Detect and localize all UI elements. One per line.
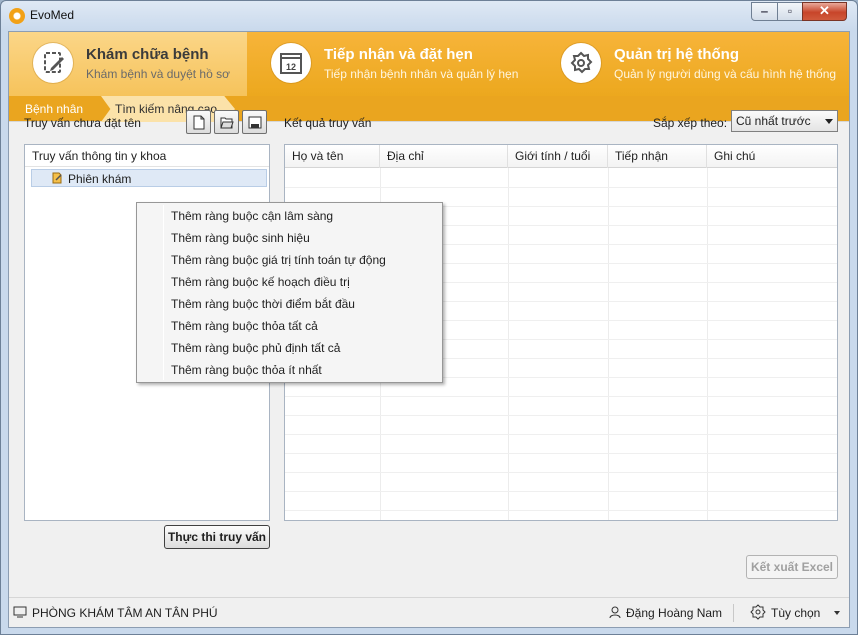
tab-title: Khám chữa bệnh [86,46,209,63]
maximize-icon: ▫ [787,4,793,18]
grid-row-line [285,510,837,511]
title-bar: EvoMed ‒ ▫ ✕ [1,1,857,31]
grid-row-line [285,415,837,416]
context-menu: Thêm ràng buộc cận lâm sàng Thêm ràng bu… [136,202,443,383]
tree-header: Truy vấn thông tin y khoa [25,145,269,167]
close-icon: ✕ [819,3,830,18]
grid-row-line [285,434,837,435]
minimize-button[interactable]: ‒ [751,2,778,21]
new-query-button[interactable] [186,110,211,134]
menu-item-sinh-hieu[interactable]: Thêm ràng buộc sinh hiệu [171,228,310,248]
column-header-tiep-nhan[interactable]: Tiếp nhận [608,145,707,168]
grid-column-line [508,168,509,520]
menu-item-thoi-diem-bat-dau[interactable]: Thêm ràng buộc thời điểm bắt đầu [171,294,355,314]
save-icon [248,116,262,129]
clinic-name: PHÒNG KHÁM TÂM AN TÂN PHÚ [32,606,218,620]
calendar-icon: 12 [271,43,311,83]
tab-tiep-nhan[interactable]: 12 Tiếp nhận và đặt hẹn Tiếp nhận bệnh n… [247,32,537,96]
tab-quan-tri[interactable]: Quản trị hệ thống Quản lý người dùng và … [537,32,849,96]
sort-select[interactable]: Cũ nhất trước [731,110,838,132]
sort-value: Cũ nhất trước [736,114,811,128]
minimize-icon: ‒ [761,4,768,18]
close-button[interactable]: ✕ [802,2,847,21]
tab-subtitle: Khám bệnh và duyệt hồ sơ [86,67,230,81]
menu-gutter [163,205,164,380]
chevron-down-icon [834,611,840,615]
status-divider [733,604,734,622]
user-icon [609,606,621,619]
run-query-button[interactable]: Thực thi truy vấn [164,525,270,549]
tree-node-phien-kham[interactable]: Phiên khám [31,169,267,187]
maximize-button[interactable]: ▫ [777,2,803,21]
menu-item-phu-dinh-tat-ca[interactable]: Thêm ràng buộc phủ định tất cả [171,338,340,358]
save-query-button[interactable] [242,110,267,134]
tab-title: Tiếp nhận và đặt hẹn [324,46,473,63]
app-logo-icon [9,8,25,24]
edit-doc-icon [33,43,73,83]
column-header-dia-chi[interactable]: Địa chỉ [380,145,508,168]
new-file-icon [193,115,205,130]
tab-subtitle: Quản lý người dùng và cấu hình hệ thống [614,67,837,81]
node-icon [52,172,62,184]
current-user[interactable]: Đặng Hoàng Nam [626,606,722,620]
column-header-gioi-tinh[interactable]: Giới tính / tuổi [508,145,608,168]
grid-row-line [285,472,837,473]
menu-item-can-lam-sang[interactable]: Thêm ràng buộc cận lâm sàng [171,206,333,226]
gear-icon [561,43,601,83]
grid-row-line [285,187,837,188]
tab-title: Quản trị hệ thống [614,46,739,63]
menu-item-thoa-tat-ca[interactable]: Thêm ràng buộc thỏa tất cả [171,316,318,336]
sort-label: Sắp xếp theo: [653,116,728,130]
chevron-down-icon [825,119,833,124]
grid-column-line [608,168,609,520]
open-query-button[interactable] [214,110,239,134]
tab-kham-chua-benh[interactable]: Khám chữa bệnh Khám bệnh và duyệt hồ sơ [9,32,247,96]
grid-row-line [285,396,837,397]
calendar-date: 12 [286,62,296,72]
query-title: Truy vấn chưa đặt tên [24,116,141,130]
export-excel-button[interactable]: Kết xuất Excel [746,555,838,579]
menu-item-gia-tri-tinh-toan[interactable]: Thêm ràng buộc giá trị tính toán tự động [171,250,386,270]
grid-row-line [285,453,837,454]
column-header-ho-ten[interactable]: Họ và tên [285,145,380,168]
menu-item-thoa-it-nhat[interactable]: Thêm ràng buộc thỏa ít nhất [171,360,322,380]
tree-node-label: Phiên khám [68,172,132,186]
window-title: EvoMed [30,8,75,22]
grid-row-line [285,491,837,492]
ribbon: Khám chữa bệnh Khám bệnh và duyệt hồ sơ … [9,32,849,96]
open-folder-icon [220,117,234,129]
clinic-icon [13,606,27,618]
grid-header: Họ và tên Địa chỉ Giới tính / tuổi Tiếp … [285,145,837,168]
tab-subtitle: Tiếp nhận bệnh nhân và quản lý hẹn [324,67,519,81]
column-header-ghi-chu[interactable]: Ghi chú [707,145,837,168]
grid-column-line [707,168,708,520]
gear-icon [750,604,766,620]
options-menu[interactable]: Tùy chọn [771,606,820,620]
status-bar: PHÒNG KHÁM TÂM AN TÂN PHÚ Đặng Hoàng Nam… [9,597,849,627]
results-title: Kết quả truy vấn [284,116,372,130]
menu-item-ke-hoach-dieu-tri[interactable]: Thêm ràng buộc kế hoạch điều trị [171,272,350,292]
